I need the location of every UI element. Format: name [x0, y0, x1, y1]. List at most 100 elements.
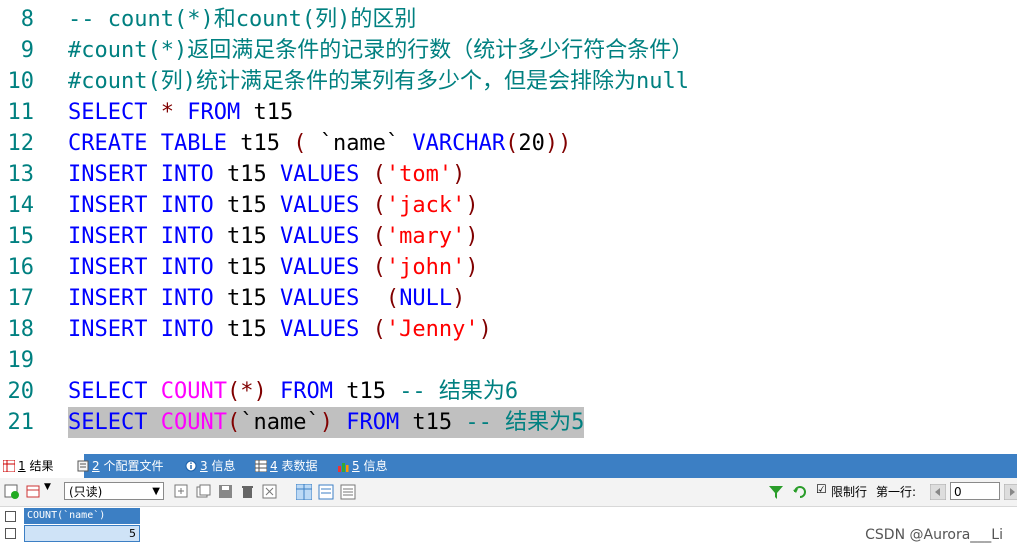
line-number: 18	[7, 317, 35, 342]
code-token: t15	[213, 255, 280, 280]
reset-filter-icon[interactable]	[792, 484, 808, 500]
tab-result[interactable]: 1 结果	[0, 454, 84, 478]
code-text: INSERT INTO t15 VALUES ('Jenny')	[68, 314, 492, 345]
form-view-icon[interactable]	[318, 484, 334, 500]
tab-info-2[interactable]: 5 信息	[334, 454, 412, 478]
grid-view-icon[interactable]	[296, 484, 312, 500]
next-page-icon[interactable]	[1004, 484, 1017, 500]
profile-icon	[77, 460, 89, 472]
code-token: -- count(*)和count(列)的区别	[68, 7, 417, 32]
tab-info-num: 3	[200, 459, 208, 473]
code-token: VALUES	[279, 255, 360, 280]
chevron-down-icon: ▼	[152, 486, 160, 497]
code-text: #count(*)返回满足条件的记录的行数（统计多少行符合条件）	[68, 35, 693, 66]
code-token: INSERT	[68, 193, 148, 218]
select-all-checkbox[interactable]	[5, 511, 16, 522]
code-token: `name`	[240, 410, 320, 435]
filter-icon[interactable]	[768, 484, 784, 500]
code-token: `name`	[306, 131, 413, 156]
duplicate-row-icon[interactable]	[196, 484, 212, 500]
code-token: VALUES	[279, 286, 360, 311]
line-number: 16	[7, 255, 35, 280]
code-text: INSERT INTO t15 VALUES ('john')	[68, 252, 479, 283]
save-icon[interactable]	[218, 484, 234, 500]
result-cell[interactable]: 5	[24, 525, 140, 542]
code-token: t15	[213, 162, 280, 187]
code-text: INSERT INTO t15 VALUES (NULL)	[68, 283, 465, 314]
line-number: 13	[7, 162, 35, 187]
code-token: INTO	[160, 255, 214, 280]
code-token: 'jack'	[385, 193, 466, 218]
code-token: t15	[240, 100, 294, 125]
result-grid-icon	[3, 460, 15, 472]
tab-table-data[interactable]: 4 表数据	[252, 454, 340, 478]
column-header[interactable]: COUNT(`name`)	[24, 508, 140, 524]
code-text: SELECT COUNT(*) FROM t15 -- 结果为6	[68, 376, 518, 407]
code-token: 'john'	[385, 255, 466, 280]
add-row-icon[interactable]	[174, 484, 190, 500]
info-icon	[185, 460, 197, 472]
line-number: 9	[20, 38, 34, 63]
sql-editor[interactable]: 8 -- count(*)和count(列)的区别 9 #count(*)返回满足条件…	[0, 0, 1017, 450]
limit-checkbox[interactable]: ☑	[816, 482, 827, 496]
prev-page-icon[interactable]	[930, 484, 946, 500]
insert-row-icon[interactable]	[26, 484, 42, 500]
line-number: 8	[20, 7, 34, 32]
code-token: ))	[544, 131, 572, 156]
line-number: 17	[7, 286, 35, 311]
code-text: SELECT COUNT(`name`) FROM t15 -- 结果为5	[68, 407, 585, 438]
code-token: (	[359, 286, 400, 311]
code-token: -- 结果为5	[465, 410, 585, 435]
code-text: SELECT * FROM t15	[68, 97, 293, 128]
line-number: 19	[7, 348, 35, 373]
code-token: COUNT	[160, 379, 227, 404]
watermark-text: CSDN @Aurora___Li	[865, 527, 1003, 543]
tab-result-label: 结果	[29, 459, 54, 473]
code-token: (	[359, 193, 386, 218]
code-token: FROM	[279, 379, 333, 404]
line-number: 11	[7, 100, 35, 125]
cancel-changes-icon[interactable]	[262, 484, 278, 500]
code-token: )	[465, 224, 479, 249]
first-row-input[interactable]: 0	[950, 482, 1000, 500]
delete-icon[interactable]	[240, 484, 256, 500]
code-token: #count(列)统计满足条件的某列有多少个，但是会排除为null	[68, 69, 689, 94]
code-token: INTO	[160, 224, 214, 249]
refresh-grid-icon[interactable]	[4, 484, 20, 500]
mode-select[interactable]: (只读) ▼	[64, 482, 164, 500]
text-view-icon[interactable]	[340, 484, 356, 500]
results-tab-bar: 1 结果 2 个配置文件 3 信息 4 表数据 5 信息	[0, 454, 1017, 478]
code-text: #count(列)统计满足条件的某列有多少个，但是会排除为null	[68, 66, 689, 97]
code-token: t15	[399, 410, 466, 435]
code-token: )	[452, 162, 466, 187]
info-chart-icon	[338, 463, 349, 472]
mode-select-value: (只读)	[69, 485, 103, 499]
row-checkbox[interactable]	[5, 528, 16, 539]
code-token: (*)	[226, 379, 267, 404]
code-token: t15	[213, 224, 280, 249]
tab-result-num: 1	[18, 459, 26, 473]
line-number: 10	[7, 69, 35, 94]
tab-profiles[interactable]: 2 个配置文件	[74, 454, 192, 478]
code-token: 'tom'	[385, 162, 453, 187]
code-token: SELECT	[68, 410, 148, 435]
results-toolbar: ▼ (只读) ▼ ☑ 限制行 第一行: 0	[0, 478, 1017, 507]
code-token: CREATE	[68, 131, 148, 156]
code-token: VALUES	[279, 224, 360, 249]
code-token: t15	[213, 193, 280, 218]
dropdown-arrow-icon[interactable]: ▼	[44, 482, 51, 492]
code-text: INSERT INTO t15 VALUES ('jack')	[68, 190, 479, 221]
code-token: (	[359, 224, 386, 249]
code-token: INTO	[160, 286, 214, 311]
tab-info[interactable]: 3 信息	[182, 454, 260, 478]
code-token: #count(*)返回满足条件的记录的行数（统计多少行符合条件）	[68, 38, 694, 63]
code-token: (	[505, 131, 519, 156]
line-number: 14	[7, 193, 35, 218]
